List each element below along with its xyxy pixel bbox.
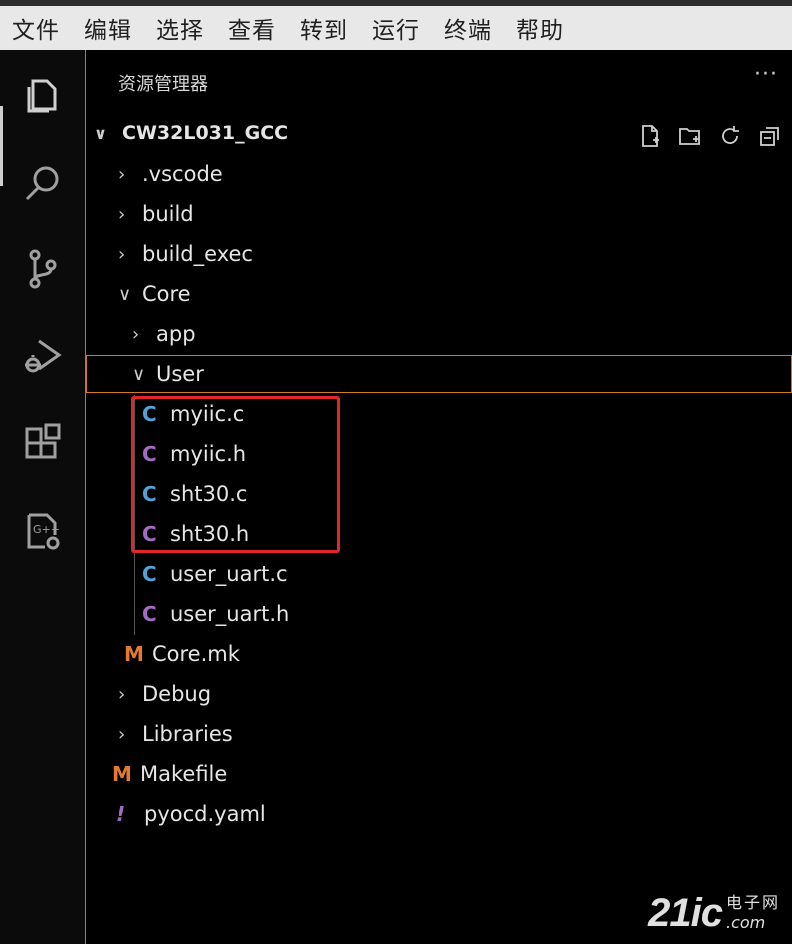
watermark-logo: 21ic	[648, 891, 723, 935]
search-icon[interactable]	[18, 158, 68, 208]
chevron-right-icon: ›	[118, 683, 126, 705]
tree-label: Libraries	[142, 722, 233, 746]
menu-view[interactable]: 查看	[228, 11, 276, 45]
project-header[interactable]: ∨ CW32L031_GCC	[94, 122, 288, 144]
watermark-domain: .com	[725, 913, 766, 932]
explorer-icon[interactable]	[18, 70, 68, 120]
new-file-icon[interactable]	[630, 122, 670, 150]
tree-label: User	[156, 362, 204, 386]
c-header-icon: C	[142, 602, 157, 626]
menu-help[interactable]: 帮助	[516, 11, 564, 45]
tree-label: user_uart.c	[170, 562, 288, 586]
tree-folder-debug[interactable]: › Debug	[118, 674, 211, 714]
menu-go[interactable]: 转到	[300, 11, 348, 45]
project-name: CW32L031_GCC	[122, 122, 289, 144]
tree-label: Core	[142, 282, 191, 306]
c-file-icon: C	[142, 562, 157, 586]
activity-bar: G++	[0, 50, 85, 944]
menu-bar: 文件 编辑 选择 查看 转到 运行 终端 帮助	[0, 6, 792, 50]
tree-file-user-uart-c[interactable]: C user_uart.c	[142, 554, 288, 594]
menu-selection[interactable]: 选择	[156, 11, 204, 45]
menu-run[interactable]: 运行	[372, 11, 420, 45]
tree-label: build	[142, 202, 194, 226]
run-debug-icon[interactable]	[18, 330, 68, 380]
tree-folder-vscode[interactable]: › .vscode	[118, 154, 223, 194]
menu-terminal[interactable]: 终端	[444, 11, 492, 45]
explorer-sidebar: 资源管理器 ··· ∨ CW32L031_GCC › .vscode › bui…	[86, 50, 792, 944]
menu-edit[interactable]: 编辑	[84, 11, 132, 45]
tree-label: Core.mk	[152, 642, 240, 666]
chevron-right-icon: ›	[118, 723, 126, 745]
tree-label: pyocd.yaml	[144, 802, 266, 826]
tree-folder-app[interactable]: › app	[132, 314, 196, 354]
menu-file[interactable]: 文件	[12, 11, 60, 45]
collapse-all-icon[interactable]	[750, 122, 790, 150]
makefile-icon: M	[124, 642, 144, 666]
extensions-icon[interactable]	[18, 418, 68, 468]
active-indicator	[0, 106, 3, 186]
chevron-right-icon: ›	[132, 323, 140, 345]
tree-folder-build[interactable]: › build	[118, 194, 194, 234]
tree-label: build_exec	[142, 242, 253, 266]
watermark: 21ic 电子网 .com	[648, 889, 780, 936]
tree-file-pyocd-yaml[interactable]: ! pyocd.yaml	[116, 794, 266, 834]
tree-folder-build-exec[interactable]: › build_exec	[118, 234, 253, 274]
chevron-right-icon: ›	[118, 203, 126, 225]
tree-folder-core[interactable]: ∨ Core	[118, 274, 191, 314]
chevron-down-icon: ∨	[132, 363, 146, 385]
cpp-settings-icon[interactable]: G++	[18, 506, 68, 556]
tree-folder-libraries[interactable]: › Libraries	[118, 714, 233, 754]
tree-label: user_uart.h	[170, 602, 290, 626]
chevron-down-icon: ∨	[94, 123, 107, 143]
refresh-icon[interactable]	[710, 122, 750, 150]
tree-label: Debug	[142, 682, 212, 706]
more-actions-button[interactable]: ···	[754, 62, 778, 87]
tree-folder-user[interactable]: ∨ User	[132, 354, 204, 394]
annotation-highlight-box	[131, 396, 340, 553]
tree-file-user-uart-h[interactable]: C user_uart.h	[142, 594, 289, 634]
chevron-right-icon: ›	[118, 163, 126, 185]
tree-label: .vscode	[142, 162, 223, 186]
makefile-icon: M	[112, 762, 132, 786]
chevron-down-icon: ∨	[118, 283, 132, 305]
explorer-toolbar	[630, 122, 790, 150]
chevron-right-icon: ›	[118, 243, 126, 265]
yaml-icon: !	[116, 802, 126, 826]
tree-file-core-mk[interactable]: M Core.mk	[124, 634, 240, 674]
tree-label: app	[156, 322, 196, 346]
svg-text:G++: G++	[33, 523, 60, 536]
new-folder-icon[interactable]	[670, 122, 710, 150]
explorer-title: 资源管理器	[118, 74, 208, 95]
watermark-cn: 电子网	[725, 893, 780, 912]
tree-file-makefile[interactable]: M Makefile	[112, 754, 227, 794]
tree-label: Makefile	[140, 762, 228, 786]
source-control-icon[interactable]	[18, 244, 68, 294]
